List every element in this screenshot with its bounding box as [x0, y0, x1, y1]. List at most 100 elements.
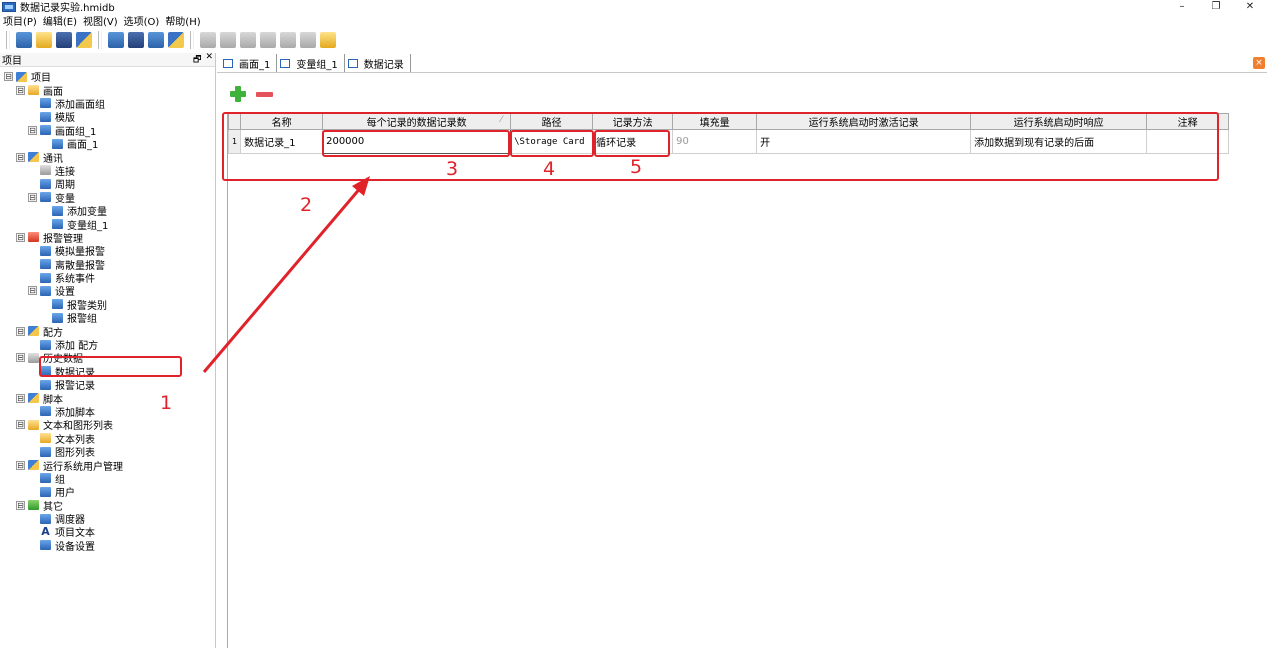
tree-item-scheduler[interactable]: 调度器 [0, 512, 215, 526]
collapse-toggle-icon[interactable]: ⊟ [16, 85, 25, 95]
menu-help[interactable]: 帮助(H) [162, 13, 203, 28]
tree-item-recipe[interactable]: ⊟ 配方 [0, 324, 215, 339]
column-header-activate-on-start[interactable]: 运行系统启动时激活记录 [756, 113, 972, 130]
cell-response-on-start[interactable]: 添加数据到现有记录的后面 [970, 129, 1148, 154]
tree-item-add-script[interactable]: 添加脚本 [0, 405, 215, 419]
tree-item-discrete-alarm[interactable]: 离散量报警 [0, 257, 215, 272]
tab-data-log[interactable]: 数据记录 [344, 54, 411, 72]
save-icon[interactable] [56, 32, 72, 48]
collapse-toggle-icon[interactable]: ⊟ [16, 420, 25, 430]
collapse-toggle-icon[interactable]: ⊟ [16, 460, 25, 470]
minimize-button[interactable]: – [1165, 0, 1199, 13]
column-header-name[interactable]: 名称 [240, 113, 324, 130]
tab-label: 数据记录 [363, 59, 404, 71]
tree-item-screen-1[interactable]: 画面_1 [0, 137, 215, 151]
close-tab-icon[interactable]: × [1253, 57, 1265, 69]
collapse-toggle-icon[interactable]: ⊟ [28, 192, 37, 202]
collapse-toggle-icon[interactable]: ⊟ [28, 125, 37, 135]
copy-icon[interactable] [260, 32, 276, 48]
tree-item-data-log[interactable]: 数据记录 [0, 365, 215, 379]
close-button[interactable]: ✕ [1233, 0, 1267, 13]
tree-item-alarm-mgmt[interactable]: ⊟ 报警管理 [0, 231, 215, 245]
tree-item-text-list[interactable]: 文本列表 [0, 432, 215, 446]
tree-item-root[interactable]: ⊟ 项目 [0, 70, 215, 84]
column-header-logging-method[interactable]: 记录方法 [592, 113, 674, 130]
tree-item-analog-alarm[interactable]: 模拟量报警 [0, 244, 215, 258]
tree-item-alarm-log[interactable]: 报警记录 [0, 378, 215, 392]
tree-item-users[interactable]: 用户 [0, 485, 215, 499]
cut-icon[interactable] [240, 32, 256, 48]
tree-item-template[interactable]: 模版 [0, 110, 215, 124]
paste-icon[interactable] [280, 32, 296, 48]
tree-item-alarm-group[interactable]: 报警组 [0, 311, 215, 325]
menu-options[interactable]: 选项(O) [121, 13, 163, 28]
add-script-icon [40, 406, 51, 417]
cell-records-per-log[interactable]: 200000 [322, 129, 512, 154]
tree-item-runtime-users[interactable]: ⊟ 运行系统用户管理 [0, 458, 215, 473]
column-header-fill-level[interactable]: 填充量 [672, 113, 758, 130]
tree-item-period[interactable]: 周期 [0, 177, 215, 191]
tree-item-system-event[interactable]: 系统事件 [0, 271, 215, 285]
tree-item-device-settings[interactable]: 设备设置 [0, 539, 215, 553]
tree-item-history[interactable]: ⊟ 历史数据 [0, 351, 215, 365]
find-icon[interactable] [320, 32, 336, 48]
collapse-toggle-icon[interactable]: ⊟ [28, 286, 37, 296]
tree-item-add-screen-group[interactable]: 添加画面组 [0, 97, 215, 111]
redo-icon[interactable] [220, 32, 236, 48]
tree-item-variables[interactable]: ⊟ 变量 [0, 191, 215, 205]
tree-item-groups[interactable]: 组 [0, 472, 215, 486]
scheduler-icon [40, 513, 51, 524]
collapse-toggle-icon[interactable]: ⊟ [16, 326, 25, 336]
cell-name[interactable]: 数据记录_1 [240, 129, 324, 154]
tree-item-add-recipe[interactable]: 添加 配方 [0, 338, 215, 352]
collapse-toggle-icon[interactable]: ⊟ [16, 232, 25, 242]
menu-edit[interactable]: 编辑(E) [40, 13, 80, 28]
transfer-icon[interactable] [168, 32, 184, 48]
tree-item-variable-group-1[interactable]: 变量组_1 [0, 217, 215, 232]
column-header-comment[interactable]: 注释 [1146, 113, 1230, 130]
tree-item-connection[interactable]: 连接 [0, 164, 215, 178]
restore-button[interactable]: ❐ [1199, 0, 1233, 13]
tree-item-screen-group-1[interactable]: ⊟ 画面组_1 [0, 124, 215, 138]
tree-item-scripts[interactable]: ⊟ 脚本 [0, 391, 215, 406]
collapse-toggle-icon[interactable]: ⊟ [16, 500, 25, 510]
toolbar [0, 28, 1267, 52]
cell-path[interactable]: \Storage Card [510, 129, 594, 154]
tree-item-others[interactable]: ⊟ 其它 [0, 499, 215, 513]
tree-item-graphic-list[interactable]: 图形列表 [0, 445, 215, 459]
remove-row-icon[interactable] [255, 85, 273, 103]
menu-view[interactable]: 视图(V) [80, 13, 121, 28]
tree-item-alarm-class[interactable]: 报警类别 [0, 298, 215, 312]
float-panel-icon[interactable]: 🗗 [193, 52, 201, 68]
cell-activate-on-start[interactable]: 开 [756, 129, 972, 154]
tree-item-screens[interactable]: ⊟ 画面 [0, 83, 215, 98]
cell-comment[interactable] [1146, 129, 1230, 154]
tree-item-add-variable[interactable]: 添加变量 [0, 204, 215, 218]
tab-screen-1[interactable]: 画面_1 [220, 54, 278, 72]
tree-item-settings[interactable]: ⊟ 设置 [0, 284, 215, 298]
undo-icon[interactable] [200, 32, 216, 48]
close-panel-icon[interactable]: ✕ [205, 52, 213, 68]
simulate-icon[interactable] [148, 32, 164, 48]
collapse-toggle-icon[interactable]: ⊟ [4, 72, 13, 82]
tree-item-project-text[interactable]: A 项目文本 [0, 525, 215, 540]
column-header-response-on-start[interactable]: 运行系统启动时响应 [970, 113, 1148, 130]
new-project-icon[interactable] [16, 32, 32, 48]
add-row-icon[interactable] [229, 85, 247, 103]
collapse-toggle-icon[interactable]: ⊟ [16, 152, 25, 162]
tree-item-text-graphic-lists[interactable]: ⊟ 文本和图形列表 [0, 418, 215, 432]
column-header-records-per-log[interactable]: 每个记录的数据记录数 ⁄ [322, 113, 512, 130]
project-wizard-icon[interactable] [76, 32, 92, 48]
delete-icon[interactable] [300, 32, 316, 48]
collapse-toggle-icon[interactable]: ⊟ [16, 353, 25, 363]
download-icon[interactable] [128, 32, 144, 48]
tree-item-comm[interactable]: ⊟ 通讯 [0, 150, 215, 165]
column-header-path[interactable]: 路径 [510, 113, 594, 130]
compile-icon[interactable] [108, 32, 124, 48]
cell-fill-level[interactable]: 90 [672, 129, 758, 154]
collapse-toggle-icon[interactable]: ⊟ [16, 393, 25, 403]
tab-variable-group-1[interactable]: 变量组_1 [277, 54, 345, 72]
open-project-icon[interactable] [36, 32, 52, 48]
cell-logging-method[interactable]: 循环记录 [592, 129, 674, 154]
menu-project[interactable]: 项目(P) [0, 13, 40, 28]
